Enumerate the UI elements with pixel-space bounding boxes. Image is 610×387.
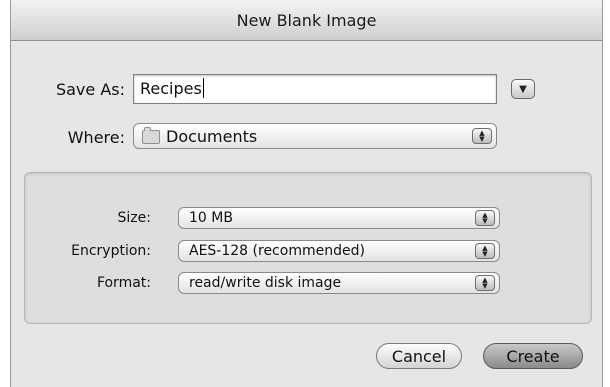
where-value: Documents <box>166 126 258 146</box>
popup-arrows-icon: ▲ ▼ <box>472 128 492 144</box>
encryption-popup[interactable]: AES-128 (recommended) ▲ ▼ <box>178 240 500 262</box>
popup-arrows-icon: ▲ ▼ <box>475 275 495 291</box>
format-label: Format: <box>96 275 151 291</box>
expand-disclosure-button[interactable]: ▼ <box>511 79 535 99</box>
format-value: read/write disk image <box>189 275 342 291</box>
popup-arrows-icon: ▲ ▼ <box>475 243 495 259</box>
folder-icon <box>142 126 160 144</box>
save-as-label: Save As: <box>55 80 125 99</box>
size-label: Size: <box>117 210 151 226</box>
save-as-value: Recipes <box>140 79 202 98</box>
dialog-titlebar: New Blank Image <box>11 0 602 41</box>
cancel-button-label: Cancel <box>391 346 447 366</box>
where-label: Where: <box>67 128 125 147</box>
where-popup[interactable]: Documents ▲ ▼ <box>133 123 497 149</box>
encryption-label: Encryption: <box>71 243 151 259</box>
popup-arrows-icon: ▲ ▼ <box>475 210 495 226</box>
size-value: 10 MB <box>189 210 233 226</box>
encryption-value: AES-128 (recommended) <box>189 243 365 259</box>
dialog-title: New Blank Image <box>236 10 377 30</box>
format-popup[interactable]: read/write disk image ▲ ▼ <box>178 272 500 294</box>
cancel-button[interactable]: Cancel <box>376 343 462 369</box>
triangle-down-icon: ▼ <box>519 83 527 95</box>
create-button-label: Create <box>506 346 560 366</box>
create-button[interactable]: Create <box>483 343 583 369</box>
new-blank-image-dialog: New Blank Image Save As: Recipes ▼ Where… <box>10 0 603 387</box>
save-as-field[interactable]: Recipes <box>133 74 497 104</box>
text-caret <box>202 78 204 98</box>
size-popup[interactable]: 10 MB ▲ ▼ <box>178 207 500 229</box>
